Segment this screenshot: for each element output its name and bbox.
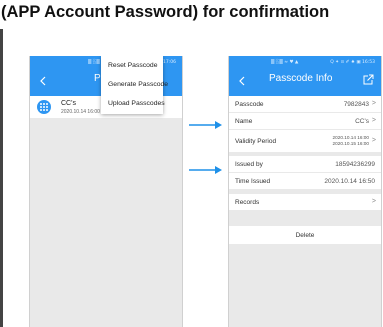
- chevron-right-icon: >: [371, 100, 376, 107]
- options-menu: Reset Passcode Generate Passcode Upload …: [101, 56, 168, 114]
- status-bar: ▒ ░▒ ≈ ♥ ▲ Q ✦ ⊙ ✐ ♠ ▣ 16:53: [229, 57, 381, 67]
- menu-item-reset-passcode[interactable]: Reset Passcode: [108, 62, 158, 69]
- arrow-issued-by-icon: [189, 121, 222, 129]
- info-value: 7982843: [343, 101, 369, 108]
- info-row-time-issued: Time Issued 2020.10.14 16:50: [229, 173, 381, 189]
- info-row-validity-period[interactable]: Validity Period 2020.10.14 16:00 2020.10…: [229, 130, 381, 152]
- info-row-issued-by: Issued by 18594236299: [229, 156, 381, 172]
- info-value-end: 2020.10.15 16:00: [332, 141, 370, 146]
- phone-passcode-info: ▒ ░▒ ≈ ♥ ▲ Q ✦ ⊙ ✐ ♠ ▣ 16:53 Passcode In…: [228, 56, 382, 327]
- info-label: Validity Period: [235, 138, 277, 145]
- info-label: Records: [235, 199, 260, 206]
- share-edit-icon[interactable]: [362, 74, 374, 86]
- status-icons-left: ▒ ░▒ ≈ ♥ ▲: [271, 60, 299, 65]
- passcode-name: CC's: [61, 100, 76, 107]
- info-value: 18594236299: [335, 161, 375, 168]
- delete-label: Delete: [295, 232, 315, 239]
- phone-passcode-list: ▒ ░▒ ≈ ♥ ▲ Q ✦ ⊙ ✐ ♠ ▣ 17:06 Pas CC's 20…: [29, 56, 183, 327]
- page-title: Passcode Info: [269, 73, 333, 84]
- info-label: Name: [235, 118, 253, 125]
- menu-item-upload-passcodes[interactable]: Upload Passcodes: [108, 100, 165, 107]
- status-icons-right: Q ✦ ⊙ ✐ ♠ ▣ 16:53: [330, 60, 375, 65]
- menu-item-generate-passcode[interactable]: Generate Passcode: [108, 81, 168, 88]
- chevron-right-icon: >: [371, 137, 376, 144]
- info-row-passcode[interactable]: Passcode 7982843 >: [229, 96, 381, 112]
- keypad-icon: [37, 100, 51, 114]
- info-label: Passcode: [235, 101, 264, 108]
- back-arrow-icon[interactable]: [238, 76, 246, 86]
- chevron-right-icon: >: [371, 117, 376, 124]
- info-label: Time Issued: [235, 178, 271, 185]
- info-label: Issued by: [235, 161, 263, 168]
- info-value: CC's: [355, 118, 369, 125]
- instruction-figure: (APP Account Password) for confirmation …: [0, 0, 383, 327]
- info-value: 2020.10.14 16:50: [324, 178, 375, 185]
- chevron-right-icon: >: [371, 198, 376, 205]
- figure-heading: (APP Account Password) for confirmation: [1, 3, 330, 21]
- back-arrow-icon[interactable]: [39, 76, 47, 86]
- left-border: [0, 29, 3, 327]
- app-bar: ▒ ░▒ ≈ ♥ ▲ Q ✦ ⊙ ✐ ♠ ▣ 16:53 Passcode In…: [229, 56, 381, 96]
- arrow-records-icon: [189, 166, 222, 174]
- info-value-start: 2020.10.14 16:00: [332, 135, 370, 140]
- info-row-name[interactable]: Name CC's >: [229, 113, 381, 129]
- info-row-records[interactable]: Records >: [229, 194, 381, 210]
- passcode-date: 2020.10.14 16:00: [61, 109, 100, 115]
- delete-button[interactable]: Delete: [229, 226, 381, 244]
